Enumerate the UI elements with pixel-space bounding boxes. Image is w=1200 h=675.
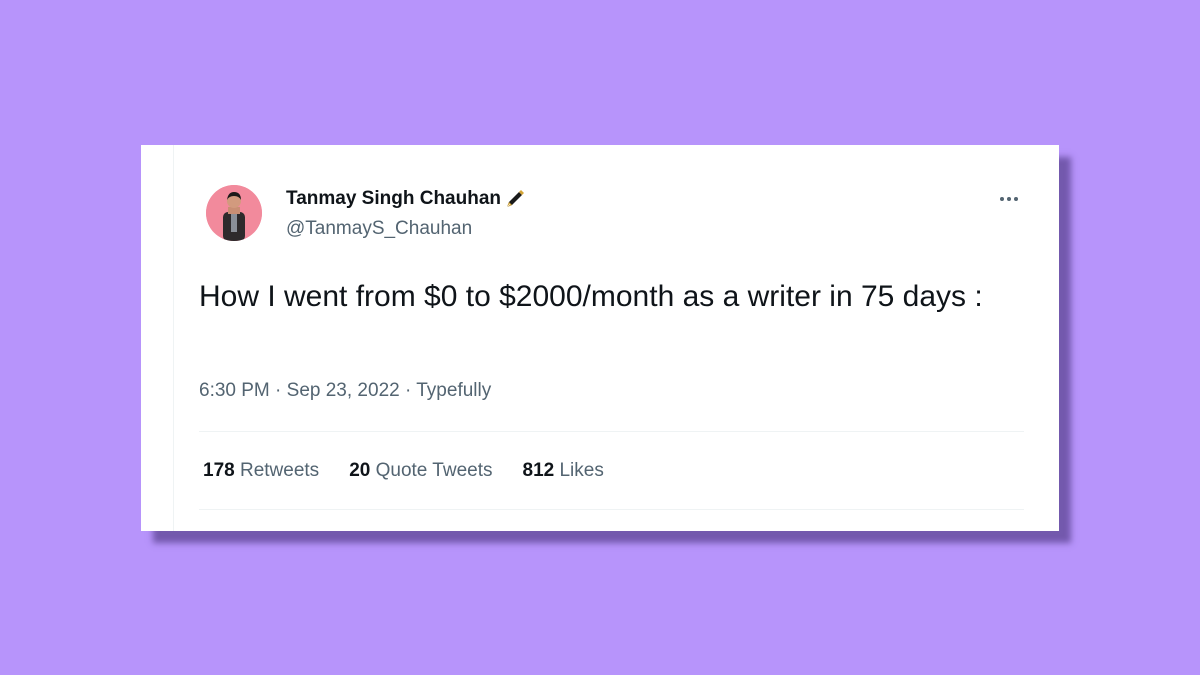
divider <box>199 431 1024 432</box>
divider <box>199 509 1024 510</box>
author-handle[interactable]: @TanmayS_Chauhan <box>286 218 472 240</box>
likes-count: 812 <box>522 460 555 481</box>
thread-divider <box>173 145 174 531</box>
author-name-text[interactable]: Tanmay Singh Chauhan <box>286 188 501 210</box>
author-display-name[interactable]: Tanmay Singh Chauhan <box>286 187 527 211</box>
likes-label: Likes <box>559 460 604 481</box>
quote-tweets-label: Quote Tweets <box>375 460 493 481</box>
tweet-date[interactable]: Sep 23, 2022 <box>287 380 400 401</box>
retweets-stat[interactable]: 178 Retweets <box>203 460 319 482</box>
meta-separator: · <box>275 380 282 401</box>
engagement-stats: 178 Retweets 20 Quote Tweets 812 Likes <box>203 460 604 482</box>
tweet-text: How I went from $0 to $2000/month as a w… <box>199 280 983 313</box>
likes-stat[interactable]: 812 Likes <box>523 460 604 482</box>
tweet-metadata: 6:30 PM · Sep 23, 2022 · Typefully <box>199 380 491 402</box>
retweets-label: Retweets <box>239 460 320 481</box>
retweets-count: 178 <box>203 460 235 481</box>
tweet-source[interactable]: Typefully <box>416 380 491 401</box>
quote-tweets-stat[interactable]: 20 Quote Tweets <box>349 460 492 482</box>
quote-tweets-count: 20 <box>349 460 371 481</box>
more-horizontal-icon[interactable] <box>997 193 1021 205</box>
fountain-pen-icon <box>506 190 525 208</box>
tweet-card: Tanmay Singh Chauhan @TanmayS_Chauhan Ho… <box>141 145 1059 531</box>
tweet-time[interactable]: 6:30 PM <box>199 380 270 401</box>
meta-separator: · <box>404 380 412 401</box>
avatar[interactable] <box>206 185 262 241</box>
